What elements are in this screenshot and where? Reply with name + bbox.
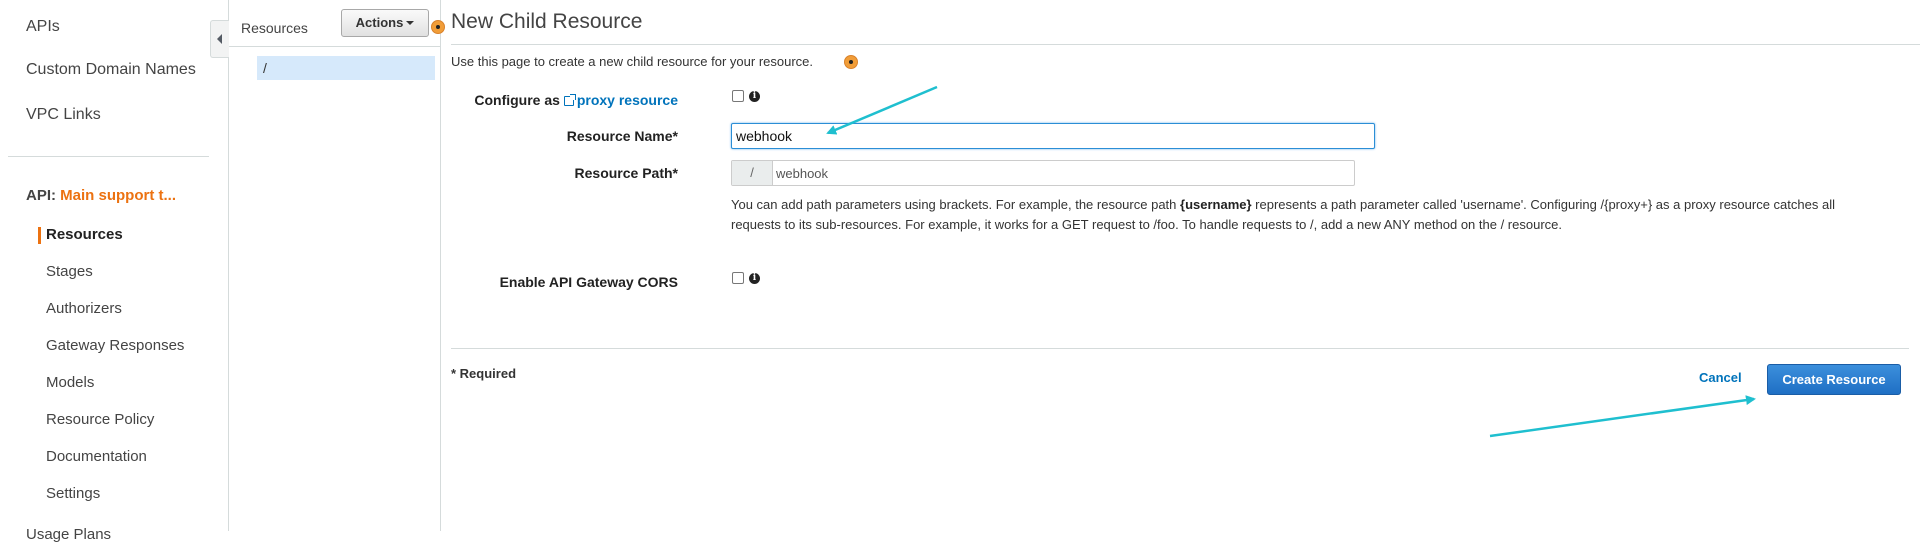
panel-divider <box>229 46 440 47</box>
nav-link-custom-domain-names[interactable]: Custom Domain Names <box>26 61 196 79</box>
nav-item-models[interactable]: Models <box>46 374 94 391</box>
nav-item-gateway-responses[interactable]: Gateway Responses <box>46 337 184 354</box>
collapse-caret-icon <box>217 34 222 44</box>
proxy-checkbox[interactable] <box>732 90 744 102</box>
active-indicator <box>38 227 41 244</box>
nav-link-usage-plans[interactable]: Usage Plans <box>26 526 111 543</box>
resource-tree-root[interactable]: / <box>257 56 435 80</box>
cors-label: Enable API Gateway CORS <box>499 274 678 290</box>
nav-item-resources[interactable]: Resources <box>46 226 123 243</box>
api-name[interactable]: Main support t... <box>60 187 176 204</box>
footer-divider <box>451 348 1909 349</box>
nav-item-settings[interactable]: Settings <box>46 485 100 502</box>
info-icon[interactable]: i <box>749 91 760 102</box>
proxy-label-prefix: Configure as <box>474 92 560 108</box>
left-navigation: APIs Custom Domain Names VPC Links API: … <box>0 0 229 543</box>
api-heading[interactable]: API: Main support t... <box>26 187 176 204</box>
resource-path-prefix: / <box>732 161 773 185</box>
resources-panel-title: Resources <box>241 20 308 36</box>
nav-link-vpc-links[interactable]: VPC Links <box>26 106 101 124</box>
resource-name-input[interactable] <box>731 123 1375 149</box>
nav-item-stages[interactable]: Stages <box>46 263 93 280</box>
actions-dropdown-button[interactable]: Actions <box>341 9 429 37</box>
required-note: * Required <box>451 366 517 381</box>
proxy-resource-link[interactable]: proxy resource <box>563 92 678 108</box>
external-link-icon <box>563 94 576 106</box>
proxy-label: Configure as proxy resource <box>441 92 678 108</box>
cors-checkbox[interactable] <box>732 272 744 284</box>
proxy-link-text: proxy resource <box>576 92 678 108</box>
resource-path-input[interactable] <box>774 161 1348 185</box>
resource-path-label: Resource Path* <box>574 165 678 181</box>
actions-label: Actions <box>355 15 404 30</box>
intro-text: Use this page to create a new child reso… <box>451 54 813 69</box>
main-content: New Child Resource Use this page to crea… <box>441 0 1920 531</box>
collapse-nav-button[interactable] <box>210 20 229 58</box>
create-resource-button[interactable]: Create Resource <box>1767 364 1901 395</box>
info-icon[interactable]: i <box>749 273 760 284</box>
help-bold-param: {username} <box>1180 197 1252 212</box>
orange-dot-icon <box>844 55 858 69</box>
nav-item-resource-policy[interactable]: Resource Policy <box>46 411 154 428</box>
nav-divider <box>8 156 209 157</box>
title-divider <box>451 44 1920 45</box>
path-help-text: You can add path parameters using bracke… <box>731 195 1881 235</box>
cancel-button[interactable]: Cancel <box>1699 370 1742 385</box>
nav-item-authorizers[interactable]: Authorizers <box>46 300 122 317</box>
resources-panel: Resources Actions / <box>229 0 441 531</box>
api-label: API: <box>26 187 56 204</box>
page-title: New Child Resource <box>451 10 643 33</box>
nav-link-apis[interactable]: APIs <box>26 18 60 36</box>
nav-item-documentation[interactable]: Documentation <box>46 448 147 465</box>
resource-path-field: / <box>731 160 1355 186</box>
dropdown-caret-icon <box>406 21 415 25</box>
resource-name-label: Resource Name* <box>566 128 678 144</box>
intro-sentence: Use this page to create a new child reso… <box>451 54 814 69</box>
help-part-1: You can add path parameters using bracke… <box>731 197 1181 212</box>
